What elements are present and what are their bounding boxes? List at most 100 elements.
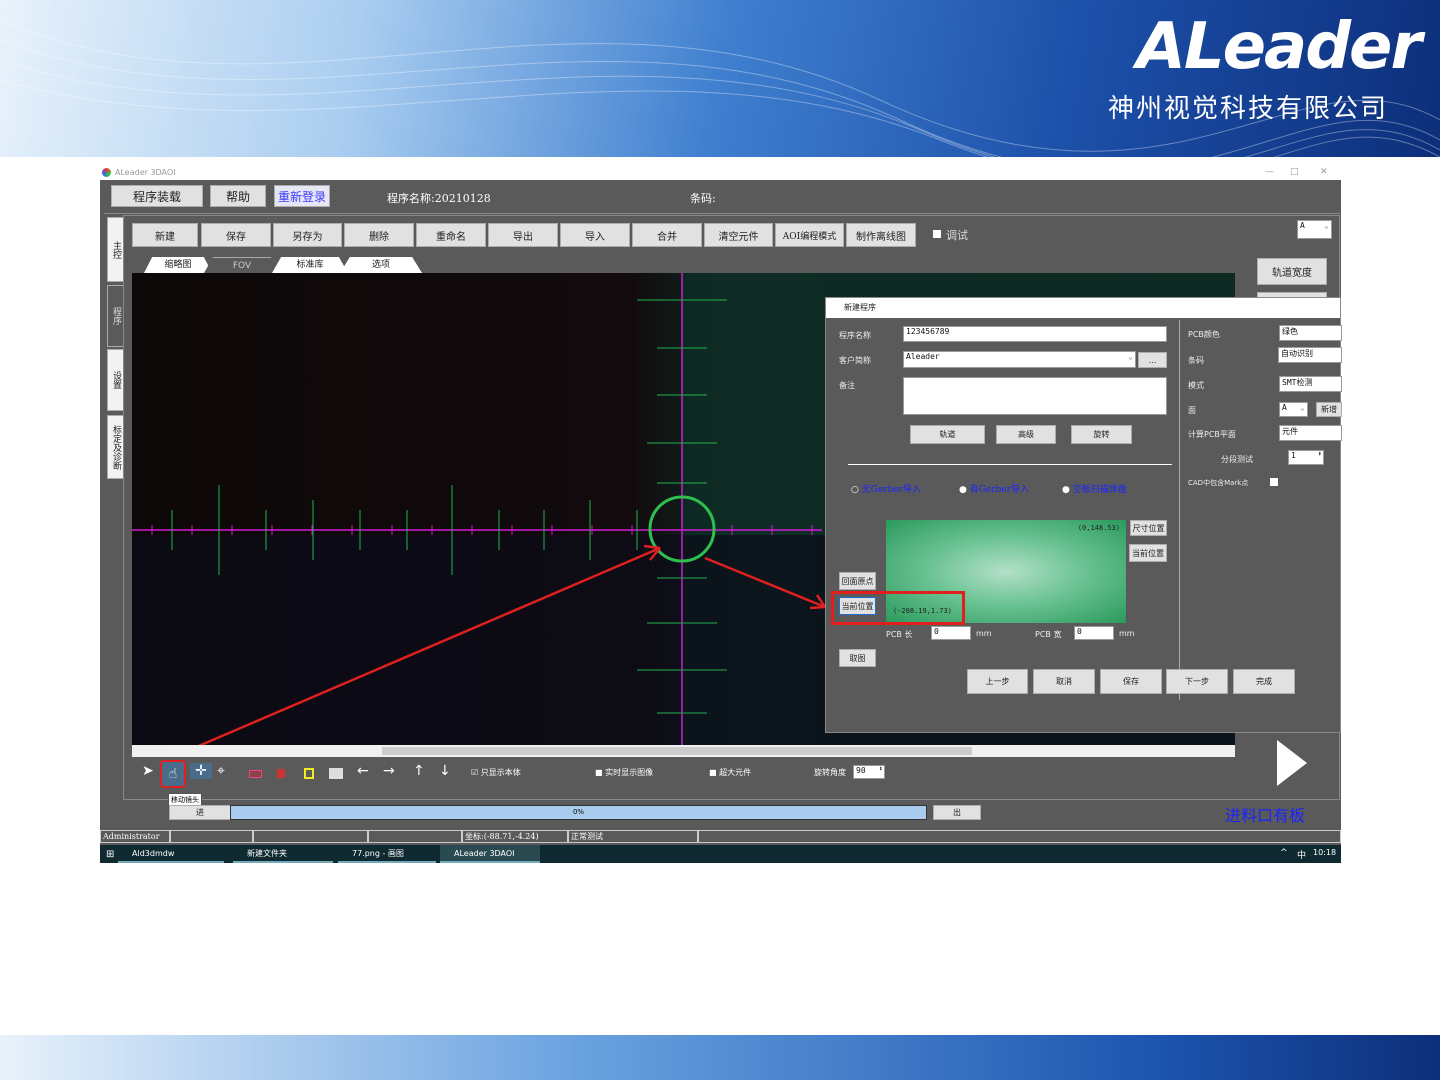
current-position-button[interactable]: 当前位置 bbox=[839, 597, 876, 615]
side-tab-calibration[interactable]: 标定及诊断 bbox=[107, 415, 124, 479]
save-button[interactable]: 保存 bbox=[201, 223, 271, 247]
realtime-image-checkbox[interactable]: ■ 实时显示图像 bbox=[595, 767, 653, 778]
previous-step-button[interactable]: 上一步 bbox=[967, 669, 1028, 694]
delete-button[interactable]: 删除 bbox=[344, 223, 414, 247]
unit-label: mm bbox=[976, 629, 992, 638]
program-name-input[interactable]: 123456789 bbox=[903, 326, 1167, 342]
arrow-down-icon[interactable]: ↓ bbox=[439, 763, 451, 779]
note-textarea[interactable] bbox=[903, 377, 1167, 415]
only-body-checkbox[interactable]: ☑ 只显示本体 bbox=[471, 767, 521, 778]
aoi-programming-mode-button[interactable]: AOI编程模式 bbox=[775, 223, 844, 247]
back-to-origin-button[interactable]: 回面原点 bbox=[839, 572, 876, 590]
new-button[interactable]: 新建 bbox=[132, 223, 198, 247]
side-tab-main[interactable]: 主控 bbox=[107, 217, 124, 282]
select-box-icon[interactable] bbox=[304, 768, 314, 779]
save-as-button[interactable]: 另存为 bbox=[273, 223, 342, 247]
oversize-component-checkbox[interactable]: ■ 超大元件 bbox=[709, 767, 751, 778]
taskbar-item-aleader[interactable]: ALeader 3DAOI bbox=[440, 845, 540, 863]
track-button[interactable]: 轨道 bbox=[910, 425, 985, 444]
status-mode: 正常测试 bbox=[568, 830, 698, 843]
tab-options[interactable]: 选项 bbox=[340, 257, 422, 273]
taskbar-item-ald3dmdw[interactable]: Ald3dmdw bbox=[118, 845, 224, 863]
side-tab-settings[interactable]: 设置 bbox=[107, 349, 124, 411]
status-coords: 坐标:(-88.71,-4.24) bbox=[462, 830, 568, 843]
rotate-angle-spinner[interactable]: 90 ⬍ bbox=[853, 765, 885, 779]
windows-start-icon[interactable]: ⊞ bbox=[106, 849, 114, 860]
side-select[interactable]: A ⌄ bbox=[1297, 220, 1332, 239]
rectangle-tool-icon[interactable] bbox=[249, 770, 262, 778]
track-width-button[interactable]: 轨道宽度 bbox=[1257, 258, 1327, 285]
fill-box-icon[interactable] bbox=[329, 768, 343, 779]
rename-button[interactable]: 重命名 bbox=[416, 223, 486, 247]
segment-test-spinner[interactable]: 1 ⬍ bbox=[1288, 450, 1324, 465]
save-button[interactable]: 保存 bbox=[1100, 669, 1162, 694]
capture-image-button[interactable]: 取图 bbox=[839, 649, 876, 667]
arrow-right-icon[interactable]: → bbox=[383, 763, 395, 779]
export-button[interactable]: 导出 bbox=[488, 223, 558, 247]
customer-browse-button[interactable]: ... bbox=[1138, 352, 1167, 368]
arrow-left-icon[interactable]: ← bbox=[357, 763, 369, 779]
finish-button[interactable]: 完成 bbox=[1233, 669, 1295, 694]
size-position-button[interactable]: 尺寸位置 bbox=[1130, 520, 1167, 536]
current-position-right-button[interactable]: 当前位置 bbox=[1129, 544, 1167, 562]
add-side-button[interactable]: 新增 bbox=[1316, 402, 1342, 417]
segment-test-label: 分段测试 bbox=[1221, 455, 1253, 464]
board-out-button[interactable]: 出 bbox=[933, 805, 981, 820]
customer-label: 客户简称 bbox=[839, 356, 871, 365]
minimize-button[interactable]: — bbox=[1265, 165, 1274, 180]
barcode-mode-label: 条码 bbox=[1188, 356, 1204, 365]
tab-standard-library[interactable]: 标准库 bbox=[272, 257, 348, 273]
status-cell bbox=[253, 830, 368, 843]
make-offline-image-button[interactable]: 制作离线图 bbox=[846, 223, 916, 247]
pan-cross-icon[interactable]: ✛ bbox=[190, 763, 212, 779]
load-program-button[interactable]: 程序装载 bbox=[111, 185, 203, 207]
clear-components-button[interactable]: 清空元件 bbox=[704, 223, 773, 247]
pcb-length-input[interactable]: 0 bbox=[931, 626, 971, 640]
pcb-width-input[interactable]: 0 bbox=[1074, 626, 1114, 640]
import-button[interactable]: 导入 bbox=[560, 223, 630, 247]
pcb-length-label: PCB 长 bbox=[886, 630, 913, 639]
relogin-button[interactable]: 重新登录 bbox=[274, 185, 330, 207]
side-tab-program[interactable]: 程序 bbox=[107, 285, 124, 347]
component-tool-icon[interactable] bbox=[277, 769, 285, 778]
taskbar-item-folder[interactable]: 新建文件夹 bbox=[233, 845, 333, 863]
pointer-tool-icon[interactable]: ➤ bbox=[142, 763, 154, 779]
tray-chevron-icon[interactable]: ^ bbox=[1280, 848, 1288, 858]
pcb-plane-select[interactable]: 元件 bbox=[1279, 425, 1342, 441]
radio-with-gerber[interactable]: ● 有Gerber导入 bbox=[959, 482, 1029, 495]
barcode-mode-select[interactable]: 自动识别 bbox=[1278, 347, 1342, 363]
radio-no-gerber[interactable]: ○ 无Gerber导入 bbox=[851, 482, 921, 495]
cad-mark-checkbox[interactable] bbox=[1270, 478, 1278, 486]
pcb-color-select[interactable]: 绿色 bbox=[1279, 325, 1342, 341]
arrow-up-icon[interactable]: ↑ bbox=[413, 763, 425, 779]
merge-button[interactable]: 合并 bbox=[632, 223, 702, 247]
status-user: Administrator bbox=[100, 830, 170, 843]
move-camera-hand-icon[interactable]: ☝ bbox=[160, 760, 186, 788]
debug-label: 调试 bbox=[946, 229, 968, 242]
tab-fov[interactable]: FOV bbox=[204, 257, 280, 273]
mode-select[interactable]: SMT检测 bbox=[1279, 376, 1342, 392]
target-crosshair-icon[interactable]: ⌖ bbox=[217, 763, 225, 779]
close-button[interactable]: ✕ bbox=[1320, 165, 1328, 180]
side-select[interactable]: A ⌄ bbox=[1279, 402, 1308, 417]
board-in-button[interactable]: 进 bbox=[169, 805, 231, 820]
note-label: 备注 bbox=[839, 381, 855, 390]
rotate-button[interactable]: 旋转 bbox=[1071, 425, 1132, 444]
advanced-button[interactable]: 高级 bbox=[996, 425, 1056, 444]
maximize-button[interactable]: □ bbox=[1290, 165, 1299, 180]
tab-thumbnail[interactable]: 缩略图 bbox=[144, 257, 212, 273]
coord-top-right: (0,148.53) bbox=[1077, 524, 1120, 532]
app-logo-icon bbox=[102, 168, 111, 177]
cancel-button[interactable]: 取消 bbox=[1033, 669, 1095, 694]
next-step-button[interactable]: 下一步 bbox=[1166, 669, 1228, 694]
debug-checkbox[interactable] bbox=[933, 230, 941, 238]
horizontal-scrollbar[interactable] bbox=[132, 745, 1235, 757]
help-button[interactable]: 帮助 bbox=[210, 185, 266, 207]
clock[interactable]: 10:18 bbox=[1313, 848, 1336, 857]
taskbar-item-paint[interactable]: 77.png - 画图 bbox=[338, 845, 436, 863]
play-arrow-icon[interactable] bbox=[1277, 740, 1307, 786]
scrollbar-thumb[interactable] bbox=[382, 747, 972, 755]
ime-indicator[interactable]: 中 bbox=[1297, 848, 1306, 861]
customer-combobox[interactable]: Aleader ⌄ bbox=[903, 351, 1136, 368]
radio-blank-scan[interactable]: ● 空板扫描焊盘 bbox=[1062, 482, 1127, 495]
